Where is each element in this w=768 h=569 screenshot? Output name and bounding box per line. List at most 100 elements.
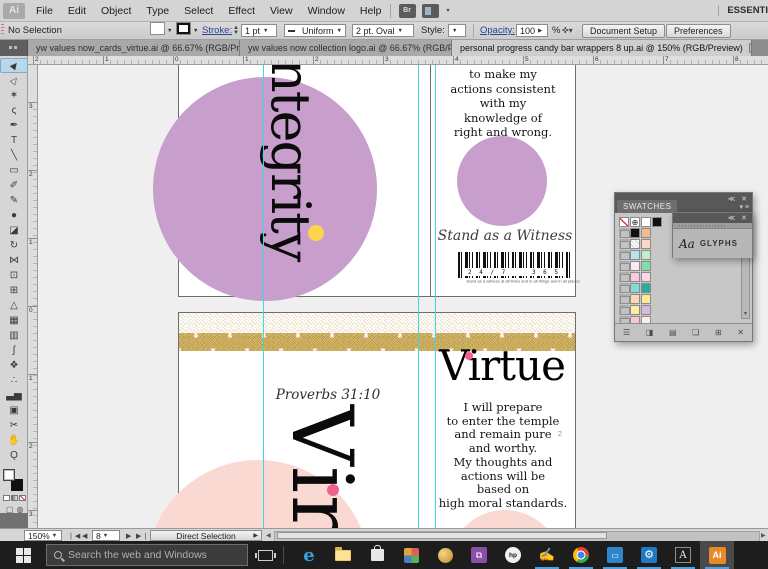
new-color-group-button[interactable]: ❏ [692, 328, 699, 337]
selection-tool[interactable]: ▶ [0, 58, 28, 73]
horizontal-ruler[interactable]: 21012345678 [28, 56, 768, 65]
artboard-tool[interactable]: ▣ [0, 403, 28, 418]
file-explorer-icon[interactable] [326, 541, 360, 569]
bridge-icon[interactable]: Br [399, 4, 416, 18]
swatch-white[interactable] [641, 217, 651, 227]
color-swatch[interactable] [641, 228, 651, 238]
menu-item[interactable]: View [270, 5, 293, 17]
swatches-tab[interactable]: SWATCHES [617, 200, 677, 213]
swatches-titlebar[interactable]: ≪ ✕ SWATCHES ▾ ≡ [615, 193, 752, 213]
zoom-tool[interactable]: Ǫ [0, 448, 28, 463]
last-artboard-button[interactable]: ▶❘ [136, 530, 149, 541]
stroke-link[interactable]: Stroke: [202, 22, 232, 39]
task-view-icon[interactable] [258, 550, 273, 561]
scroll-left-icon[interactable]: ◀ [266, 530, 271, 541]
eraser-tool[interactable]: ◪ [0, 223, 28, 238]
guide-vertical-2[interactable] [418, 65, 419, 528]
color-swatch[interactable] [630, 272, 640, 282]
color-swatch[interactable] [641, 250, 651, 260]
free-transform-tool[interactable]: ⊡ [0, 268, 28, 283]
preferences-button[interactable]: Preferences [666, 24, 731, 38]
swatch-none[interactable] [619, 217, 629, 227]
direct-selection-tool[interactable]: ▷ [0, 73, 28, 88]
workspace-switcher[interactable]: ESSENTI [718, 5, 768, 16]
document-setup-button[interactable]: Document Setup [582, 24, 665, 38]
close-icon[interactable]: ✕ [749, 43, 752, 53]
color-swatch[interactable] [641, 294, 651, 304]
start-button[interactable] [0, 541, 46, 569]
shape-builder-tool[interactable]: ⊞ [0, 283, 28, 298]
color-swatch[interactable] [630, 261, 640, 271]
close-icon[interactable]: ✕ [741, 215, 749, 222]
stroke-stepper[interactable]: ▲▼ [233, 22, 239, 39]
document-tab-3-active[interactable]: personal progress candy bar wrappers 8 u… [452, 40, 752, 56]
chevron-down-icon[interactable]: ▼ [193, 22, 198, 39]
color-group-icon[interactable] [619, 305, 629, 315]
color-group-icon[interactable] [619, 250, 629, 260]
gradient-button[interactable] [11, 495, 18, 501]
stroke-color-control[interactable] [176, 22, 191, 35]
store-icon[interactable] [360, 541, 394, 569]
style-select[interactable]: ▼ [448, 24, 466, 37]
stroke-weight-select[interactable]: 1 pt▼ [241, 24, 277, 37]
color-swatch[interactable] [630, 305, 640, 315]
color-swatch[interactable] [630, 239, 640, 249]
rectangle-tool[interactable]: ▭ [0, 163, 28, 178]
virtue-statement-text[interactable]: I will prepareto enter the templeand rem… [430, 401, 576, 511]
integrity-statement-text[interactable]: to make myactions consistentwith myknowl… [430, 67, 576, 140]
pen-tool[interactable]: ✒ [0, 118, 28, 133]
color-swatch[interactable] [641, 283, 651, 293]
document-tab-1[interactable]: yw values now_cards_virtue.ai @ 66.67% (… [28, 40, 240, 56]
width-tool[interactable]: ⋈ [0, 253, 28, 268]
glyphs-panel[interactable]: ≪ ✕ Aa GLYPHS [672, 212, 753, 258]
chrome-icon[interactable] [564, 541, 598, 569]
perspective-grid-tool[interactable]: △ [0, 298, 28, 313]
type-tool[interactable]: T [0, 133, 28, 148]
color-swatch[interactable] [630, 283, 640, 293]
menu-item[interactable]: Type [146, 5, 169, 17]
color-swatch[interactable] [641, 239, 651, 249]
swatch-black[interactable] [652, 217, 662, 227]
proverbs-script[interactable]: Proverbs 31:10 [228, 387, 428, 403]
hp-app-icon[interactable]: hp [496, 541, 530, 569]
color-group-icon[interactable] [619, 294, 629, 304]
lavender-circle-small[interactable] [457, 136, 547, 226]
chevron-down-icon[interactable]: ▼ [167, 22, 172, 39]
eyedropper-tool[interactable]: ʃ [0, 343, 28, 358]
gold-badge-app-icon[interactable] [428, 541, 462, 569]
menu-item[interactable]: Effect [228, 5, 255, 17]
virtue-vertical-text[interactable]: Vir [272, 405, 372, 528]
color-group-icon[interactable] [619, 228, 629, 238]
scroll-right-icon[interactable]: ▶ [761, 530, 766, 541]
panel-menu-icon[interactable]: ▾ ≡ [739, 203, 749, 211]
prev-artboard-button[interactable]: ◀ [82, 530, 88, 541]
stand-as-a-witness-script[interactable]: Stand as a Witness [434, 228, 576, 244]
brush-select[interactable]: 2 pt. Oval▼ [352, 24, 414, 37]
gradient-tool[interactable]: ▥ [0, 328, 28, 343]
mesh-tool[interactable]: ▦ [0, 313, 28, 328]
collapse-icon[interactable]: ≪ [728, 196, 737, 203]
guide-vertical-1[interactable] [263, 65, 264, 528]
new-swatch-button[interactable]: ⊞ [715, 328, 722, 337]
fill-color-control[interactable] [150, 22, 165, 35]
virtue-title[interactable]: Virtue [428, 343, 576, 389]
blend-tool[interactable]: ❖ [0, 358, 28, 373]
pink-dot[interactable] [327, 484, 339, 496]
color-swatch[interactable] [641, 305, 651, 315]
opacity-input[interactable]: 100▶ [516, 24, 548, 37]
color-group-icon[interactable] [619, 239, 629, 249]
paintbrush-tool[interactable]: ✐ [0, 178, 28, 193]
settings-gear-icon[interactable]: ⚙ [632, 541, 666, 569]
collapse-icon[interactable]: ≪ [728, 215, 737, 222]
line-segment-tool[interactable]: ╲ [0, 148, 28, 163]
first-artboard-button[interactable]: ❘◀ [68, 530, 81, 541]
zoom-level-select[interactable]: 150%▼ [24, 530, 62, 541]
barcode[interactable]: 2 4 / 7 3 6 5 [458, 252, 570, 278]
glyphs-titlebar[interactable]: ≪ ✕ [673, 213, 752, 223]
menu-item[interactable]: Help [360, 5, 382, 17]
artboard-number-select[interactable]: 8▼ [92, 530, 120, 541]
scrollbar-thumb[interactable] [277, 532, 607, 539]
swatch-kinds-button[interactable]: ◨ [646, 328, 654, 337]
menu-item[interactable]: File [36, 5, 53, 17]
opacity-link[interactable]: Opacity: [480, 22, 515, 39]
